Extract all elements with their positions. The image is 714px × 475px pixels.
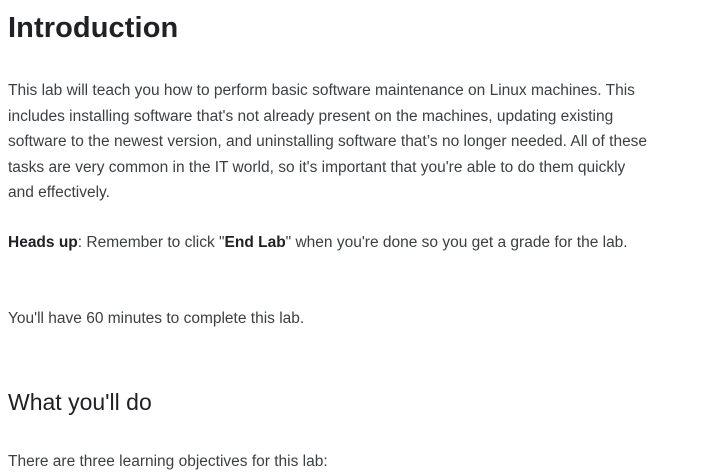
- introduction-paragraph: This lab will teach you how to perform b…: [8, 82, 648, 201]
- time-limit-paragraph: You'll have 60 minutes to complete this …: [8, 310, 305, 327]
- what-youll-do-heading: What you'll do: [8, 389, 152, 415]
- heads-up-text-before: : Remember to click ": [77, 234, 225, 251]
- end-lab-reference: End Lab: [224, 234, 286, 251]
- introduction-heading: Introduction: [8, 12, 179, 44]
- heads-up-paragraph: Heads up: Remember to click "End Lab" wh…: [8, 230, 648, 256]
- heads-up-label: Heads up: [8, 234, 78, 251]
- heads-up-text-after: " when you're done so you get a grade fo…: [285, 234, 628, 251]
- objectives-intro-paragraph: There are three learning objectives for …: [8, 453, 328, 470]
